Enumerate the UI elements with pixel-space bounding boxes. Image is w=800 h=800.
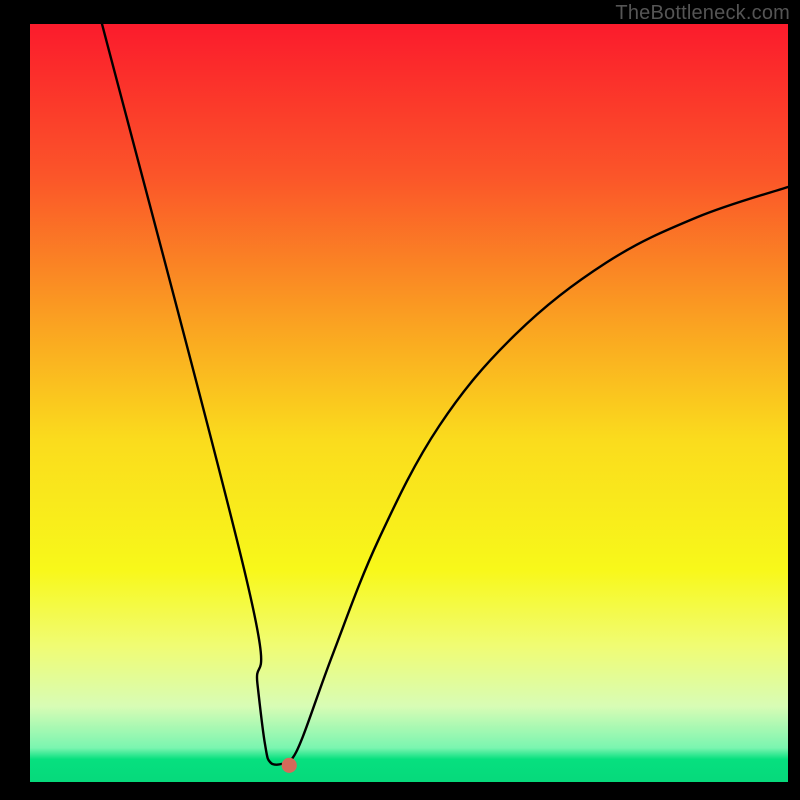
bottleneck-chart (0, 0, 800, 800)
optimal-point-marker (282, 758, 297, 773)
watermark-text: TheBottleneck.com (615, 2, 790, 25)
plot-gradient-background (30, 24, 788, 782)
